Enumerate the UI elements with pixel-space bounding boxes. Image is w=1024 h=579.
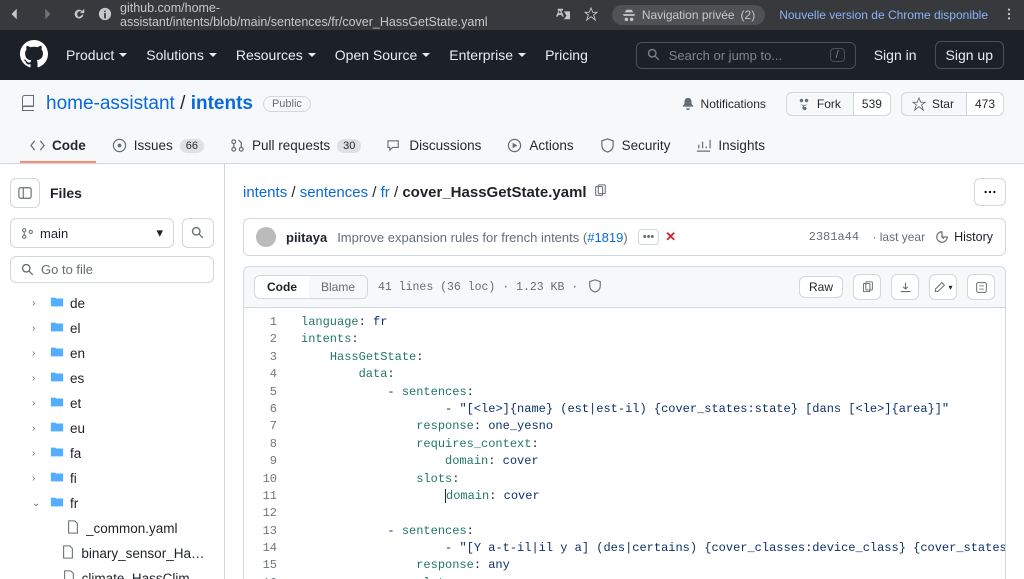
file-climate_HassClimateGetTempe---[interactable]: climate_HassClimateGetTempe...: [10, 566, 214, 579]
incognito-badge[interactable]: Navigation privée (2): [612, 5, 765, 25]
file-binary_sensor_HassGetState-ya---[interactable]: binary_sensor_HassGetState.ya...: [10, 541, 214, 566]
tab-issues[interactable]: Issues66: [102, 130, 214, 163]
commit-sha[interactable]: 2381a44: [809, 230, 859, 244]
github-logo-icon[interactable]: [20, 40, 48, 71]
author-link[interactable]: piitaya: [286, 230, 327, 245]
history-button[interactable]: History: [935, 230, 993, 244]
tab-security[interactable]: Security: [590, 130, 681, 163]
raw-button[interactable]: Raw: [799, 276, 843, 298]
symbols-icon[interactable]: [967, 274, 995, 300]
chevron-down-icon: ▾: [156, 225, 163, 241]
visibility-badge: Public: [263, 96, 311, 112]
repo-header: home-assistant / intents Public Notifica…: [0, 80, 1024, 164]
file-view-box: Code Blame 41 lines (36 loc) · 1.23 KB ·…: [243, 266, 1006, 579]
repo-icon: [20, 95, 36, 114]
code-content[interactable]: 1234567891011121314151617181920 language…: [244, 308, 1005, 579]
blame-view-tab[interactable]: Blame: [309, 276, 367, 298]
status-fail-icon[interactable]: ✕: [665, 229, 676, 245]
download-icon[interactable]: [891, 274, 919, 300]
tab-code[interactable]: Code: [20, 130, 96, 163]
crumb-1[interactable]: sentences: [300, 184, 368, 201]
file-_common-yaml[interactable]: _common.yaml: [10, 516, 214, 541]
security-shield-icon[interactable]: [588, 279, 602, 296]
folder-es[interactable]: ›es: [10, 366, 214, 391]
commit-ago: · last year: [869, 230, 925, 244]
file-meta: 41 lines (36 loc) · 1.23 KB ·: [378, 281, 578, 294]
tab-pulls[interactable]: Pull requests30: [220, 130, 371, 163]
owner-link[interactable]: home-assistant: [46, 93, 175, 114]
nav-menu-enterprise[interactable]: Enterprise: [449, 47, 527, 63]
branch-picker[interactable]: main ▾: [10, 218, 174, 248]
github-search[interactable]: Search or jump to... /: [636, 42, 856, 69]
more-options-button[interactable]: [974, 178, 1006, 206]
commit-message[interactable]: Improve expansion rules for french inten…: [337, 230, 628, 245]
folder-et[interactable]: ›et: [10, 391, 214, 416]
code-view-tab[interactable]: Code: [255, 276, 309, 298]
translate-icon[interactable]: [556, 7, 570, 24]
chrome-update-notice[interactable]: Nouvelle version de Chrome disponible: [779, 8, 988, 22]
breadcrumb: intents / sentences / fr / cover_HassGet…: [243, 184, 587, 201]
code-blame-toggle: Code Blame: [254, 275, 368, 299]
repo-link[interactable]: intents: [191, 93, 253, 114]
crumb-0[interactable]: intents: [243, 184, 287, 201]
folder-eu[interactable]: ›eu: [10, 416, 214, 441]
folder-fa[interactable]: ›fa: [10, 441, 214, 466]
star-count: 473: [966, 93, 1003, 115]
site-info-icon[interactable]: [98, 7, 112, 24]
chrome-menu-icon[interactable]: [1002, 7, 1016, 24]
forward-icon[interactable]: [40, 7, 54, 24]
folder-fr[interactable]: ⌄fr: [10, 491, 214, 516]
copy-path-icon[interactable]: [593, 184, 607, 201]
github-top-nav: Product Solutions Resources Open Source Ente…: [0, 30, 1024, 80]
notifications-button[interactable]: Notifications: [671, 93, 776, 115]
slash-shortcut: /: [830, 48, 845, 62]
reload-icon[interactable]: [72, 7, 86, 24]
back-icon[interactable]: [8, 7, 22, 24]
browser-chrome-bar: github.com/home-assistant/intents/blob/m…: [0, 0, 1024, 30]
nav-menu-pricing[interactable]: Pricing: [545, 47, 588, 63]
file-tree-sidebar: Files main ▾ Go to file ›de›el›en›es›et›…: [0, 164, 225, 579]
nav-menu-resources[interactable]: Resources: [236, 47, 317, 63]
fork-button[interactable]: Fork 539: [786, 92, 891, 116]
bookmark-icon[interactable]: [584, 7, 598, 24]
edit-dropdown-icon[interactable]: ▾: [929, 274, 957, 300]
go-to-file-input[interactable]: Go to file: [10, 256, 214, 283]
author-avatar[interactable]: [256, 227, 276, 247]
sidebar-toggle-button[interactable]: [10, 178, 40, 208]
search-placeholder: Search or jump to...: [669, 48, 782, 63]
signup-button[interactable]: Sign up: [935, 41, 1004, 69]
signin-link[interactable]: Sign in: [874, 47, 917, 63]
search-files-button[interactable]: [182, 218, 214, 248]
star-button[interactable]: Star 473: [901, 92, 1004, 116]
nav-menu-open-source[interactable]: Open Source: [335, 47, 432, 63]
nav-menu-solutions[interactable]: Solutions: [146, 47, 218, 63]
files-title: Files: [50, 185, 82, 201]
folder-de[interactable]: ›de: [10, 291, 214, 316]
commit-expand-icon[interactable]: •••: [638, 229, 660, 245]
crumb-2[interactable]: fr: [381, 184, 390, 201]
nav-menu-product[interactable]: Product: [66, 47, 128, 63]
folder-en[interactable]: ›en: [10, 341, 214, 366]
latest-commit-bar: piitaya Improve expansion rules for fren…: [243, 218, 1006, 256]
repo-tabs: Code Issues66 Pull requests30 Discussion…: [20, 130, 1004, 163]
tab-actions[interactable]: Actions: [497, 130, 583, 163]
fork-count: 539: [853, 93, 890, 115]
crumb-file: cover_HassGetState.yaml: [402, 184, 586, 201]
repo-breadcrumb: home-assistant / intents: [46, 93, 253, 115]
copy-raw-icon[interactable]: [853, 274, 881, 300]
folder-fi[interactable]: ›fi: [10, 466, 214, 491]
folder-el[interactable]: ›el: [10, 316, 214, 341]
tab-insights[interactable]: Insights: [686, 130, 775, 163]
pr-link[interactable]: #1819: [587, 230, 623, 245]
file-content-area: intents / sentences / fr / cover_HassGet…: [225, 164, 1024, 579]
url-text[interactable]: github.com/home-assistant/intents/blob/m…: [120, 1, 544, 29]
tab-discussions[interactable]: Discussions: [377, 130, 491, 163]
